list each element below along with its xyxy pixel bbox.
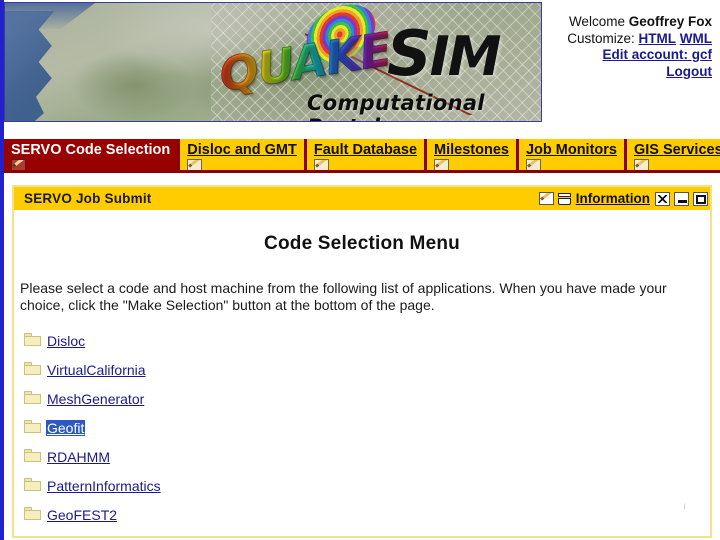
tab-label: Milestones xyxy=(434,142,509,158)
application-link[interactable]: Geofit xyxy=(46,419,86,436)
list-item[interactable]: Geofit xyxy=(24,413,710,442)
list-item[interactable]: Disloc xyxy=(24,326,710,355)
edit-account-row: Edit account: gcf xyxy=(560,47,712,64)
application-link[interactable]: Disloc xyxy=(46,333,86,349)
folder-icon xyxy=(24,332,41,346)
tab-gis-services[interactable]: GIS Services xyxy=(626,139,720,172)
folder-icon xyxy=(24,390,41,404)
list-item[interactable]: RDAHMM xyxy=(24,442,710,471)
application-link[interactable]: PatternInformatics xyxy=(46,478,162,494)
page-left-rail xyxy=(0,0,4,540)
page-title: Code Selection Menu xyxy=(264,233,460,254)
servo-job-submit-portlet: SERVO Job Submit Information Code Select… xyxy=(12,185,712,538)
customize-label: Customize: xyxy=(567,30,635,46)
tab-label: Fault Database xyxy=(313,142,418,158)
tab-fault-database[interactable]: Fault Database xyxy=(306,139,425,172)
main-navigation-tabs: SERVO Code Selection Disloc and GMT Fault … xyxy=(4,139,720,172)
folder-icon xyxy=(24,448,41,462)
welcome-username: Geoffrey Fox xyxy=(628,14,712,29)
portlet-title-bar: SERVO Job Submit Information xyxy=(14,187,710,210)
logo-sim-text: SIM xyxy=(387,17,502,90)
list-item[interactable]: Simplex2 xyxy=(24,529,710,536)
edit-account-link[interactable]: Edit account: gcf xyxy=(602,47,712,62)
tab-disloc-and-gmt[interactable]: Disloc and GMT xyxy=(180,139,304,172)
printer-icon[interactable] xyxy=(557,192,571,206)
folder-icon xyxy=(24,477,41,491)
customize-html-link[interactable]: HTML xyxy=(639,31,677,46)
logout-link[interactable]: Logout xyxy=(666,64,712,79)
welcome-prefix: Welcome xyxy=(568,14,629,29)
pencil-icon[interactable] xyxy=(538,192,554,205)
tab-milestones[interactable]: Milestones xyxy=(427,139,516,172)
tab-label: Disloc and GMT xyxy=(187,142,297,158)
page-artifact-mark: ı xyxy=(683,501,686,512)
portlet-body: Code Selection Menu Please select a code… xyxy=(14,210,710,536)
site-banner: QUAKE SIM Computational Portal xyxy=(4,2,542,122)
application-link[interactable]: VirtualCalifornia xyxy=(46,362,147,378)
application-link[interactable]: GeoFEST2 xyxy=(46,507,118,523)
folder-icon xyxy=(24,361,41,375)
account-panel: Welcome Geoffrey Fox Customize: HTML WML… xyxy=(560,14,712,80)
customize-wml-link[interactable]: WML xyxy=(680,31,712,46)
application-link[interactable]: Simplex2 xyxy=(46,536,106,537)
list-item[interactable]: GeoFEST2 xyxy=(24,500,710,529)
list-item[interactable]: PatternInformatics xyxy=(24,471,710,500)
minimize-icon[interactable] xyxy=(674,191,689,206)
list-item[interactable]: MeshGenerator xyxy=(24,384,710,413)
folder-icon xyxy=(24,419,41,433)
information-link[interactable]: Information xyxy=(576,191,650,206)
page-root: QUAKE SIM Computational Portal Welcome G… xyxy=(0,0,720,540)
customize-row: Customize: HTML WML xyxy=(560,31,712,48)
maximize-icon[interactable] xyxy=(693,191,708,206)
portlet-title-text: SERVO Job Submit xyxy=(24,191,152,206)
application-list: Disloc VirtualCalifornia MeshGenerator Geof… xyxy=(14,326,710,536)
logo-tagline: Computational Portal xyxy=(307,91,485,121)
application-link[interactable]: RDAHMM xyxy=(46,449,111,465)
folder-icon xyxy=(24,506,41,520)
tab-servo-code-selection[interactable]: SERVO Code Selection xyxy=(4,139,178,172)
close-icon[interactable] xyxy=(655,191,670,206)
logo-sim-capital: S xyxy=(387,17,432,90)
folder-icon xyxy=(24,535,41,536)
list-item[interactable]: VirtualCalifornia xyxy=(24,355,710,384)
logout-row: Logout xyxy=(560,64,712,81)
tab-job-monitors[interactable]: Job Monitors xyxy=(518,139,624,172)
logo-sim-rest: IM xyxy=(429,25,502,88)
tab-label: SERVO Code Selection xyxy=(11,142,171,158)
tab-label: Job Monitors xyxy=(525,142,617,158)
application-link[interactable]: MeshGenerator xyxy=(46,391,145,407)
instructions-text: Please select a code and host machine fr… xyxy=(20,280,667,313)
tabbar-underline xyxy=(4,170,720,173)
portlet-title-controls: Information xyxy=(538,191,708,206)
tab-label: GIS Services xyxy=(633,142,720,158)
welcome-row: Welcome Geoffrey Fox xyxy=(560,14,712,31)
